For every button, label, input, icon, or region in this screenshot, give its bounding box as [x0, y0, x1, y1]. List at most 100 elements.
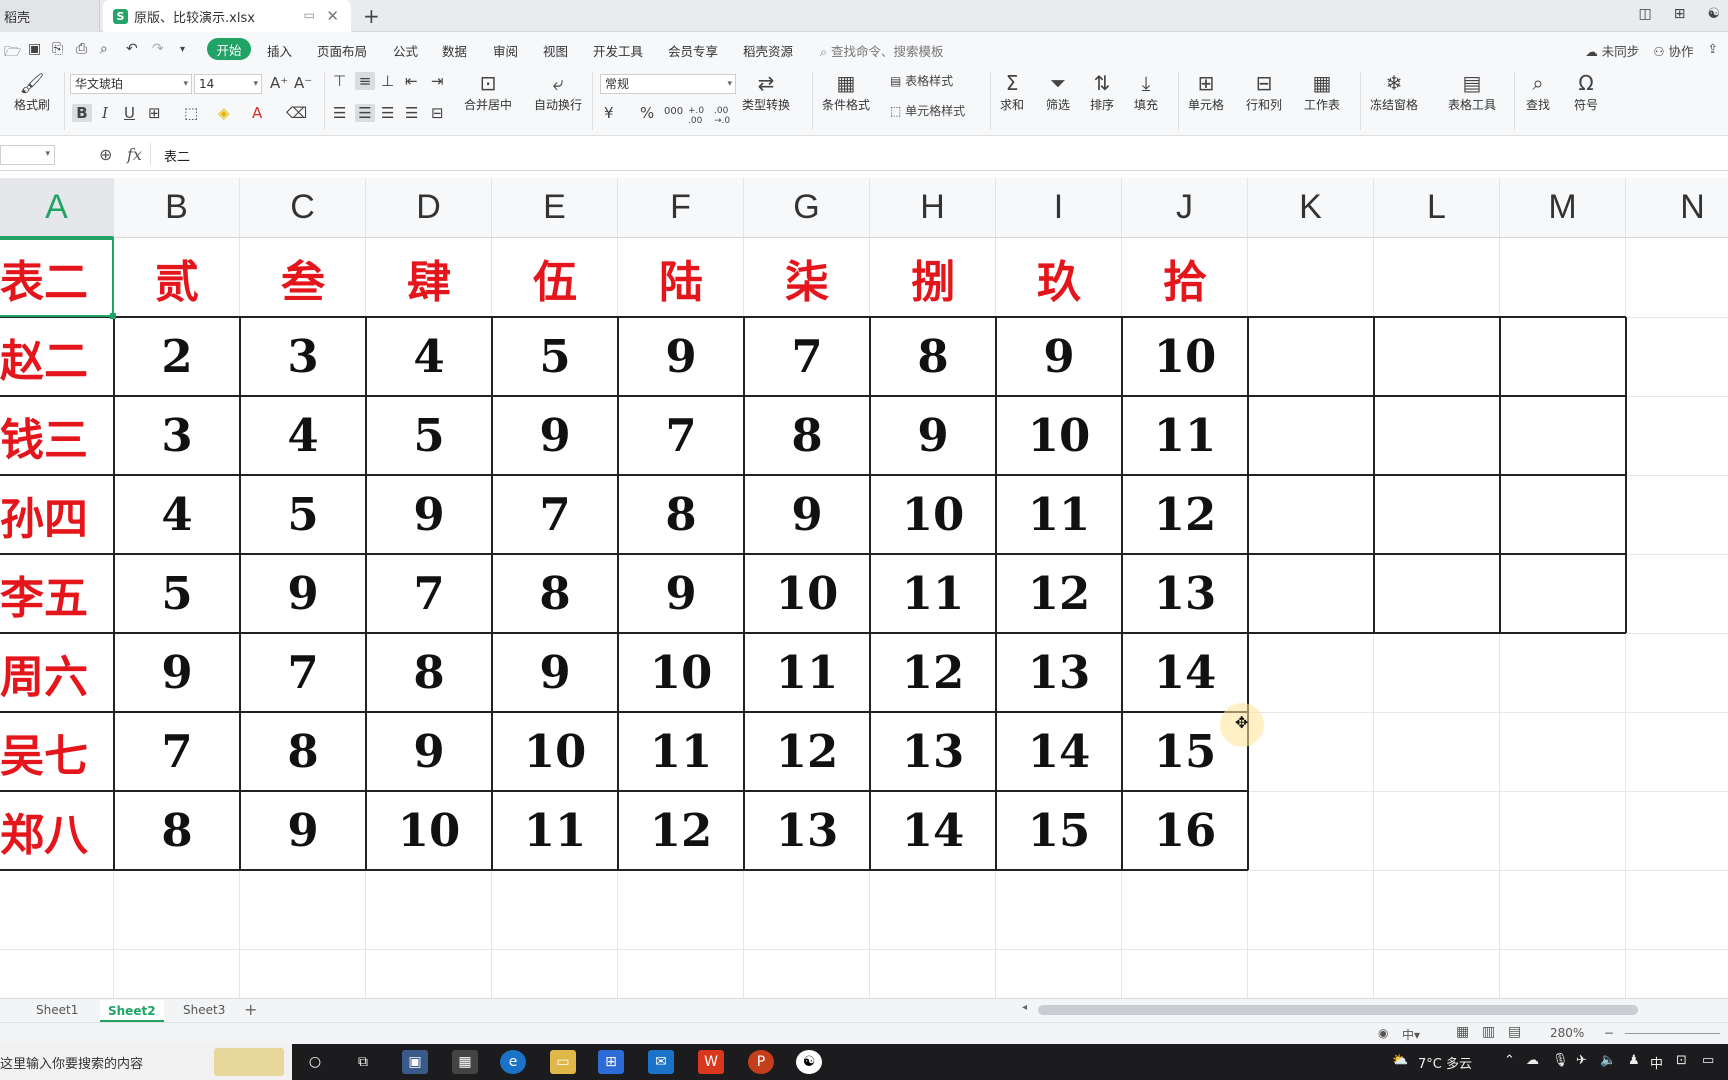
tab-pin-icon[interactable]: ▭: [304, 8, 315, 22]
column-header-n[interactable]: N: [1626, 178, 1728, 238]
task-view-icon[interactable]: ⧉: [350, 1050, 376, 1074]
sort-button[interactable]: ⇅ 排序: [1090, 70, 1114, 113]
value-cell[interactable]: 11: [492, 791, 618, 870]
fill-handle[interactable]: [110, 313, 116, 319]
value-cell[interactable]: 10: [618, 633, 744, 712]
value-cell[interactable]: 9: [240, 791, 366, 870]
row-col-button[interactable]: ⊟ 行和列: [1246, 70, 1282, 113]
column-header-b[interactable]: B: [114, 178, 240, 238]
value-cell[interactable]: 10: [366, 791, 492, 870]
increase-font-icon[interactable]: A⁺: [270, 74, 288, 92]
value-cell[interactable]: 12: [996, 554, 1122, 633]
fx-icon[interactable]: fx: [127, 145, 142, 164]
value-cell[interactable]: 14: [996, 712, 1122, 791]
microphone-icon[interactable]: 🎙: [1552, 1053, 1569, 1068]
tab-member[interactable]: 会员专享: [668, 41, 718, 60]
value-cell[interactable]: 9: [492, 396, 618, 475]
column-header-f[interactable]: F: [618, 178, 744, 238]
calendar-icon[interactable]: ▦: [452, 1050, 478, 1074]
column-header-i[interactable]: I: [996, 178, 1122, 238]
indent-decrease-icon[interactable]: ⇤: [405, 72, 418, 90]
layout-icon[interactable]: ◫: [1638, 6, 1651, 22]
open-folder-icon[interactable]: 🗁: [4, 41, 21, 65]
qq-icon[interactable]: ♟: [1628, 1053, 1640, 1068]
notification-icon[interactable]: ▭: [1702, 1053, 1714, 1068]
find-button[interactable]: ⌕ 查找: [1526, 70, 1550, 113]
font-name-select[interactable]: 华文琥珀 ▾: [70, 74, 192, 94]
value-cell[interactable]: 10: [1122, 317, 1248, 396]
value-cell[interactable]: 11: [744, 633, 870, 712]
value-cell[interactable]: 9: [114, 633, 240, 712]
distributed-icon[interactable]: ⊟: [431, 104, 444, 122]
column-title-cell[interactable]: 拾: [1122, 238, 1248, 317]
redo-icon[interactable]: ↷: [152, 41, 164, 57]
network-icon[interactable]: ✈: [1576, 1053, 1587, 1068]
value-cell[interactable]: 11: [618, 712, 744, 791]
zoom-formula-icon[interactable]: ⊕: [99, 145, 112, 164]
value-cell[interactable]: 7: [366, 554, 492, 633]
column-title-cell[interactable]: 贰: [114, 238, 240, 317]
fill-color-icon[interactable]: ◈: [218, 104, 230, 122]
value-cell[interactable]: 12: [1122, 475, 1248, 554]
value-cell[interactable]: 9: [240, 554, 366, 633]
eye-protection-icon[interactable]: ◉: [1378, 1026, 1388, 1040]
tab-start[interactable]: 开始: [207, 38, 251, 60]
column-title-cell[interactable]: 柒: [744, 238, 870, 317]
scroll-left-icon[interactable]: ◂: [1022, 1002, 1027, 1013]
zoom-level[interactable]: 280%: [1550, 1026, 1584, 1040]
value-cell[interactable]: 3: [114, 396, 240, 475]
merge-center-button[interactable]: ⊡ 合并居中: [464, 70, 512, 113]
column-title-cell[interactable]: 肆: [366, 238, 492, 317]
value-cell[interactable]: 12: [870, 633, 996, 712]
wps-icon[interactable]: W: [698, 1050, 724, 1074]
page-break-view-icon[interactable]: ▤: [1508, 1024, 1521, 1040]
align-bottom-icon[interactable]: ⊥: [381, 72, 394, 90]
value-cell[interactable]: 7: [240, 633, 366, 712]
save-icon[interactable]: ▣: [28, 41, 41, 57]
format-painter-button[interactable]: 🖌 格式刷: [14, 70, 50, 113]
column-header-j[interactable]: J: [1122, 178, 1248, 238]
row-name-cell[interactable]: 孙四: [0, 475, 114, 554]
value-cell[interactable]: 8: [744, 396, 870, 475]
tab-daoke[interactable]: 稻壳: [0, 0, 100, 32]
value-cell[interactable]: 8: [492, 554, 618, 633]
value-cell[interactable]: 9: [618, 554, 744, 633]
grid-apps-icon[interactable]: ⊞: [1674, 6, 1686, 22]
tab-page-layout[interactable]: 页面布局: [317, 41, 367, 60]
sheet-tab-1[interactable]: Sheet1: [36, 1003, 78, 1017]
value-cell[interactable]: 9: [618, 317, 744, 396]
ime-indicator[interactable]: 中: [1650, 1053, 1663, 1072]
wrap-text-button[interactable]: ⤶ 自动换行: [534, 70, 582, 113]
italic-button[interactable]: I: [102, 104, 108, 122]
align-right-icon[interactable]: ☰: [381, 104, 394, 122]
undo-icon[interactable]: ↶: [126, 41, 138, 57]
value-cell[interactable]: 5: [240, 475, 366, 554]
user-icon[interactable]: ☯: [1707, 6, 1720, 22]
cortana-icon[interactable]: ○: [302, 1050, 328, 1074]
font-color-icon[interactable]: A: [252, 104, 262, 122]
column-header-a[interactable]: A: [0, 178, 114, 238]
symbol-button[interactable]: Ω 符号: [1574, 70, 1598, 113]
value-cell[interactable]: 11: [1122, 396, 1248, 475]
cell-style-button[interactable]: ⬚ 单元格样式: [890, 102, 965, 119]
value-cell[interactable]: 9: [366, 475, 492, 554]
align-top-icon[interactable]: ⊤: [333, 72, 346, 90]
value-cell[interactable]: 8: [366, 633, 492, 712]
value-cell[interactable]: 2: [114, 317, 240, 396]
value-cell[interactable]: 13: [870, 712, 996, 791]
zoom-slider[interactable]: [1625, 1033, 1720, 1034]
column-title-cell[interactable]: 伍: [492, 238, 618, 317]
column-header-g[interactable]: G: [744, 178, 870, 238]
table-tools-button[interactable]: ▤ 表格工具: [1448, 70, 1496, 113]
row-name-cell[interactable]: 吴七: [0, 712, 114, 791]
add-sheet-button[interactable]: +: [244, 1000, 257, 1019]
print-icon[interactable]: ⎙: [76, 41, 87, 57]
sum-button[interactable]: Σ 求和: [1000, 70, 1024, 113]
value-cell[interactable]: 11: [996, 475, 1122, 554]
column-title-cell[interactable]: 陆: [618, 238, 744, 317]
mail-icon[interactable]: ✉: [648, 1050, 674, 1074]
eraser-icon[interactable]: ⌫: [286, 104, 307, 122]
store-icon[interactable]: ⊞: [598, 1050, 624, 1074]
horizontal-scrollbar[interactable]: [1038, 1005, 1638, 1015]
tab-data[interactable]: 数据: [442, 41, 467, 60]
